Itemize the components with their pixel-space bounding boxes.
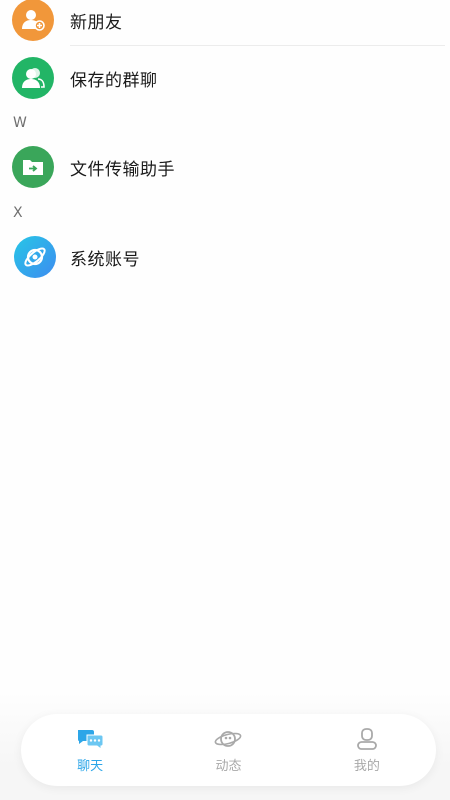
- contact-row-saved-groups[interactable]: 保存的群聊: [0, 46, 450, 110]
- contact-row-system-account[interactable]: 系统账号: [0, 225, 450, 289]
- folder-transfer-icon: [12, 146, 54, 188]
- section-letter-w: W: [13, 115, 27, 131]
- tab-me[interactable]: 我的: [298, 714, 436, 786]
- contact-label-file-transfer: 文件传输助手: [70, 159, 175, 180]
- tab-moments[interactable]: 动态: [159, 714, 297, 786]
- chat-bubbles-icon: [78, 729, 104, 750]
- bottom-tab-bar: 聊天 动态 我的: [21, 714, 436, 786]
- group-icon: [12, 57, 54, 99]
- contact-label-system-account: 系统账号: [70, 249, 140, 270]
- contacts-screen: 新朋友 保存的群聊 W 文件传输助手 X 系统账号 聊天 动态 我的: [0, 0, 450, 800]
- add-friend-icon: [12, 0, 54, 41]
- contact-label-new-friends: 新朋友: [70, 12, 123, 33]
- tab-moments-label: 动态: [215, 758, 242, 774]
- tab-chat[interactable]: 聊天: [21, 714, 159, 786]
- planet-outline-icon: [215, 730, 242, 747]
- planet-icon: [14, 236, 56, 278]
- contact-label-saved-groups: 保存的群聊: [70, 70, 158, 91]
- contact-row-file-transfer[interactable]: 文件传输助手: [0, 135, 450, 199]
- tab-chat-label: 聊天: [77, 758, 104, 774]
- section-letter-x: X: [13, 205, 23, 221]
- person-outline-icon: [356, 727, 377, 750]
- tab-me-label: 我的: [353, 758, 380, 774]
